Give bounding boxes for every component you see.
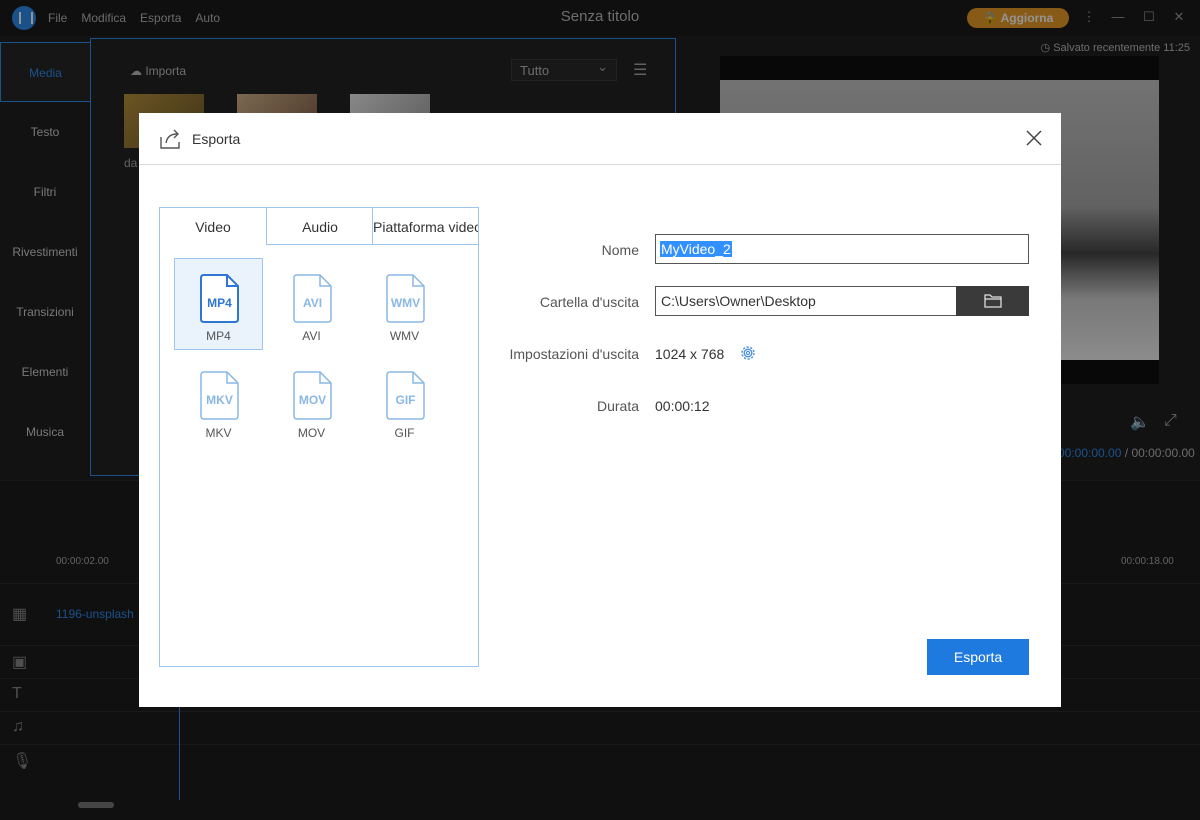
name-label: Nome [601,242,639,258]
format-badge: MP4 [207,296,232,310]
dialog-header: Esporta [139,113,1061,165]
mp4-file-icon: MP4 [200,274,239,323]
folder-label: Cartella d'uscita [539,294,639,310]
mkv-file-icon: MKV [200,371,239,420]
format-mkv[interactable]: MKV MKV [174,355,263,447]
duration-value: 00:00:12 [655,398,710,414]
export-dialog: Esporta Video Audio Piattaforma video MP… [139,113,1061,707]
close-icon[interactable] [1023,127,1045,149]
wmv-file-icon: WMV [386,274,425,323]
format-avi[interactable]: AVI AVI [267,258,356,350]
tab-audio[interactable]: Audio [266,208,373,245]
mov-file-icon: MOV [293,371,332,420]
format-label: WMV [389,329,420,343]
settings-label: Impostazioni d'uscita [509,346,639,362]
duration-label: Durata [596,398,639,414]
name-value: MyVideo_2 [660,241,732,257]
format-label: MP4 [206,329,231,343]
format-badge: AVI [303,296,322,310]
folder-icon [984,294,1002,308]
format-label: AVI [302,329,321,343]
format-badge: MKV [206,393,233,407]
format-mp4[interactable]: MP4 MP4 [174,258,263,350]
settings-value: 1024 x 768 [655,346,725,362]
format-tabs: Video Audio Piattaforma video [160,208,478,245]
format-panel: Video Audio Piattaforma video MP4 MP4 AV… [159,207,479,667]
folder-input[interactable]: C:\Users\Owner\Desktop [655,286,957,316]
export-icon [160,129,180,149]
format-label: MKV [205,426,232,440]
format-badge: MOV [299,393,326,407]
format-mov[interactable]: MOV MOV [267,355,356,447]
format-label: MOV [297,426,326,440]
tab-piattaforma-video[interactable]: Piattaforma video [372,208,478,245]
tab-video[interactable]: Video [160,208,266,245]
format-badge: WMV [391,296,420,310]
browse-folder-button[interactable] [956,286,1029,316]
name-input[interactable]: MyVideo_2 [655,234,1029,264]
export-button[interactable]: Esporta [927,639,1029,675]
format-badge: GIF [396,393,416,407]
gif-file-icon: GIF [386,371,425,420]
format-label: GIF [394,426,415,440]
format-wmv[interactable]: WMV WMV [360,258,449,350]
format-gif[interactable]: GIF GIF [360,355,449,447]
avi-file-icon: AVI [293,274,332,323]
dialog-title: Esporta [192,131,241,147]
gear-icon[interactable] [738,343,758,363]
